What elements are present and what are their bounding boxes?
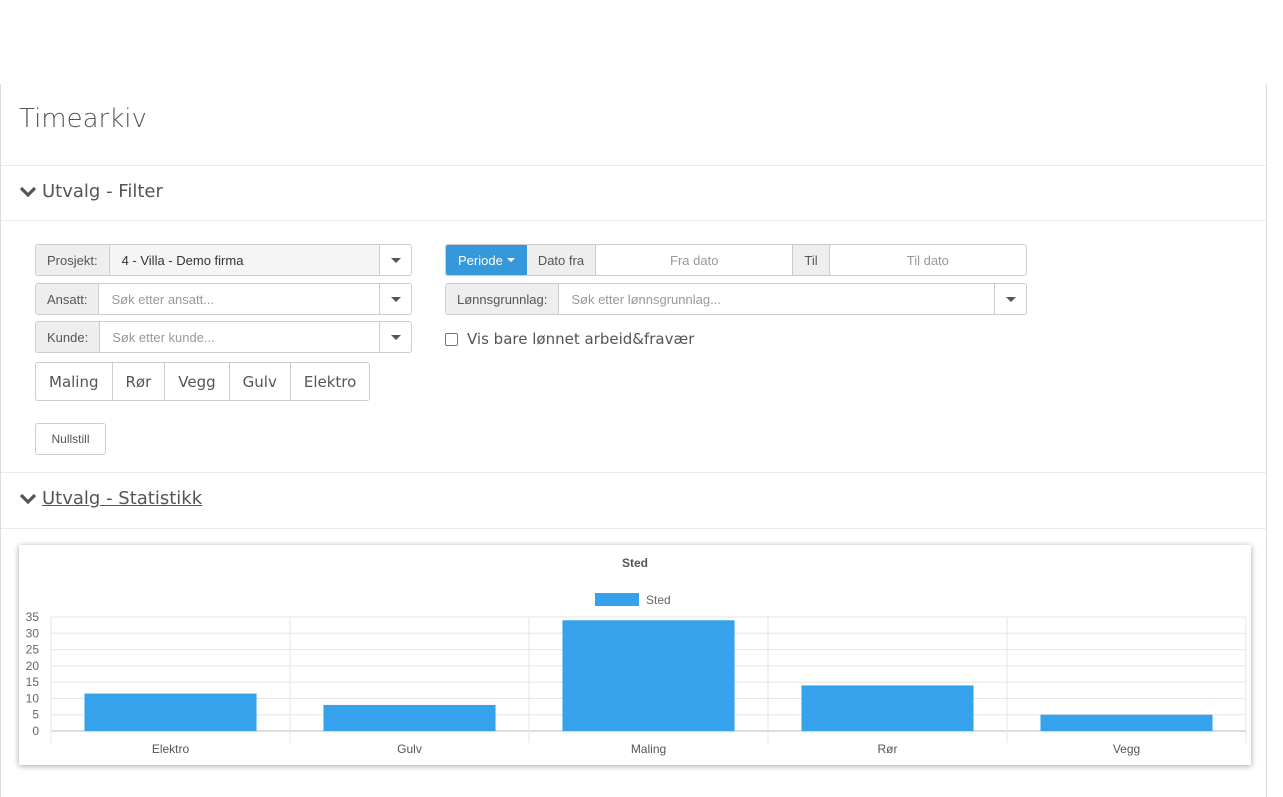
lonnsgrunnlag-dropdown-toggle[interactable]	[994, 284, 1026, 314]
caret-down-icon	[1005, 296, 1016, 302]
divider	[1, 472, 1267, 473]
periode-button-label: Periode	[458, 252, 503, 268]
lonnsgrunnlag-label: Lønnsgrunnlag:	[446, 284, 560, 314]
til-dato-input[interactable]: Til dato	[830, 245, 1026, 275]
category-button-maling[interactable]: Maling	[36, 363, 113, 400]
ansatt-label: Ansatt:	[36, 284, 100, 314]
periode-group: Periode Dato fra Fra dato Til Til dato	[445, 244, 1027, 276]
ansatt-dropdown-toggle[interactable]	[379, 284, 411, 314]
paid-only-checkbox[interactable]	[445, 332, 458, 346]
x-tick-label: Rør	[878, 742, 898, 756]
paid-only-row[interactable]: Vis bare lønnet arbeid&fravær	[445, 330, 694, 348]
paid-only-label: Vis bare lønnet arbeid&fravær	[467, 330, 695, 348]
category-button-elektro[interactable]: Elektro	[291, 363, 369, 400]
divider	[1, 220, 1267, 221]
caret-down-icon	[390, 257, 401, 263]
page-title: Timearkiv	[19, 104, 147, 134]
kunde-search-input[interactable]: Søk etter kunde...	[100, 322, 379, 352]
reset-button[interactable]: Nullstill	[35, 423, 106, 455]
prosjekt-value[interactable]: 4 - Villa - Demo firma	[109, 245, 379, 275]
bar-gulv	[323, 704, 496, 731]
caret-down-icon	[390, 334, 401, 340]
prosjekt-select[interactable]: Prosjekt: 4 - Villa - Demo firma	[35, 244, 412, 276]
ansatt-search-input[interactable]: Søk etter ansatt...	[99, 284, 379, 314]
x-tick-label: Elektro	[152, 742, 190, 756]
y-tick-label: 35	[26, 610, 40, 624]
divider	[1, 165, 1267, 166]
category-button-ror[interactable]: Rør	[113, 363, 166, 400]
stats-section-toggle[interactable]: Utvalg - Statistikk	[19, 488, 202, 509]
ansatt-select[interactable]: Ansatt: Søk etter ansatt...	[35, 283, 412, 315]
lonnsgrunnlag-search-input[interactable]: Søk etter lønnsgrunnlag...	[559, 284, 994, 314]
category-button-group: Maling Rør Vegg Gulv Elektro	[35, 362, 371, 401]
category-button-vegg[interactable]: Vegg	[165, 363, 230, 400]
chart-title: Sted	[622, 556, 648, 570]
til-label: Til	[793, 245, 830, 275]
category-button-gulv[interactable]: Gulv	[230, 363, 291, 400]
prosjekt-dropdown-toggle[interactable]	[379, 245, 411, 275]
bar-maling	[562, 620, 735, 731]
caret-down-icon	[506, 258, 515, 262]
y-tick-label: 10	[26, 691, 40, 705]
filter-section-label: Utvalg - Filter	[42, 181, 163, 202]
y-tick-label: 25	[26, 643, 40, 657]
y-tick-label: 0	[32, 724, 39, 738]
legend-label: Sted	[646, 593, 671, 607]
y-tick-label: 30	[26, 626, 40, 640]
x-tick-label: Gulv	[397, 742, 422, 756]
lonnsgrunnlag-select[interactable]: Lønnsgrunnlag: Søk etter lønnsgrunnlag..…	[445, 283, 1027, 315]
dato-fra-label: Dato fra	[526, 245, 597, 275]
chevron-down-icon	[19, 493, 37, 504]
stats-section-label: Utvalg - Statistikk	[42, 488, 203, 509]
main-panel: Timearkiv Utvalg - Filter Prosjekt: 4 - …	[0, 84, 1267, 797]
divider	[1, 528, 1267, 529]
legend-swatch	[595, 593, 639, 606]
bar-rør	[801, 685, 974, 731]
x-tick-label: Vegg	[1113, 742, 1140, 756]
y-tick-label: 15	[26, 675, 40, 689]
chart-card: Sted Sted 35 30 25 20 15 10 5 0 Elektro Gulv Maling R…	[19, 545, 1251, 765]
kunde-label: Kunde:	[36, 322, 101, 352]
fra-dato-input[interactable]: Fra dato	[596, 245, 794, 275]
periode-dropdown-button[interactable]: Periode	[446, 245, 527, 275]
filter-section-toggle[interactable]: Utvalg - Filter	[19, 181, 163, 202]
chevron-down-icon	[19, 186, 37, 197]
bar-vegg	[1040, 714, 1213, 731]
bar-chart: Sted Sted 35 30 25 20 15 10 5 0 Elektro Gulv Maling R…	[26, 556, 1247, 756]
y-tick-label: 20	[26, 659, 40, 673]
bar-elektro	[84, 693, 257, 731]
y-tick-label: 5	[32, 708, 39, 722]
x-tick-label: Maling	[631, 742, 666, 756]
kunde-select[interactable]: Kunde: Søk etter kunde...	[35, 321, 412, 353]
kunde-dropdown-toggle[interactable]	[379, 322, 411, 352]
caret-down-icon	[390, 296, 401, 302]
prosjekt-label: Prosjekt:	[36, 245, 110, 275]
